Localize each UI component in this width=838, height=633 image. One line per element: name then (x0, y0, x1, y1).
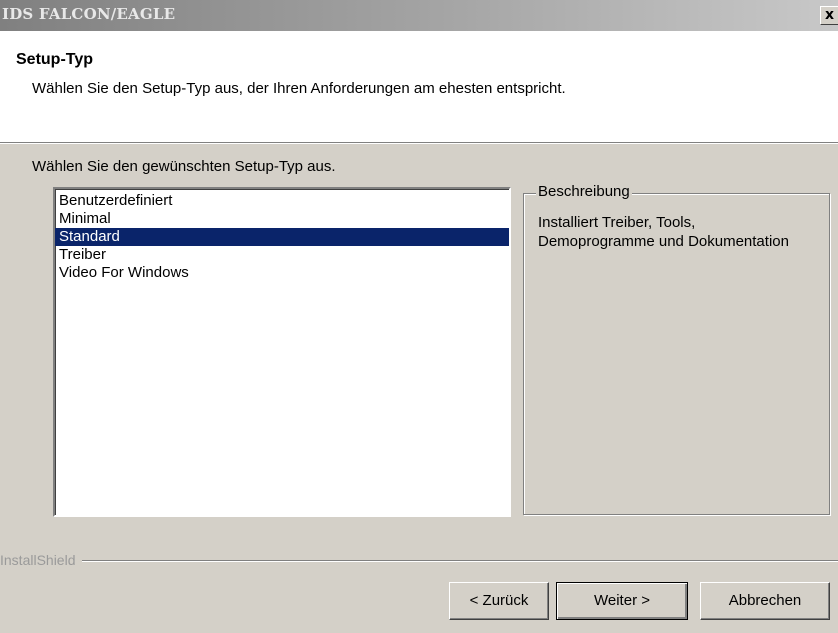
list-item-benutzerdefiniert[interactable]: Benutzerdefiniert (55, 192, 509, 210)
title-bar[interactable]: IDS FALCON/EAGLE x (0, 0, 838, 31)
next-button[interactable]: Weiter > (556, 582, 688, 620)
divider-rule (0, 560, 838, 562)
list-item-video-for-windows[interactable]: Video For Windows (55, 264, 509, 282)
header-panel: Setup-Typ Wählen Sie den Setup-Typ aus, … (0, 31, 838, 144)
setup-type-prompt: Wählen Sie den gewünschten Setup-Typ aus… (32, 158, 336, 175)
cancel-button[interactable]: Abbrechen (700, 582, 830, 620)
description-group: Beschreibung Installiert Treiber, Tools,… (523, 183, 830, 515)
close-button[interactable]: x (820, 6, 838, 25)
installshield-brand: InstallShield (0, 552, 82, 568)
list-item-treiber[interactable]: Treiber (55, 246, 509, 264)
back-button[interactable]: < Zurück (449, 582, 549, 620)
setup-type-list[interactable]: Benutzerdefiniert Minimal Standard Treib… (53, 187, 511, 517)
window-title: IDS FALCON/EAGLE (2, 5, 176, 23)
list-item-standard[interactable]: Standard (55, 228, 509, 246)
list-item-minimal[interactable]: Minimal (55, 210, 509, 228)
description-legend: Beschreibung (536, 183, 632, 200)
page-description: Wählen Sie den Setup-Typ aus, der Ihren … (32, 80, 566, 97)
description-text: Installiert Treiber, Tools, Demoprogramm… (538, 214, 789, 250)
page-title: Setup-Typ (16, 51, 94, 68)
installshield-divider: InstallShield (0, 550, 838, 570)
